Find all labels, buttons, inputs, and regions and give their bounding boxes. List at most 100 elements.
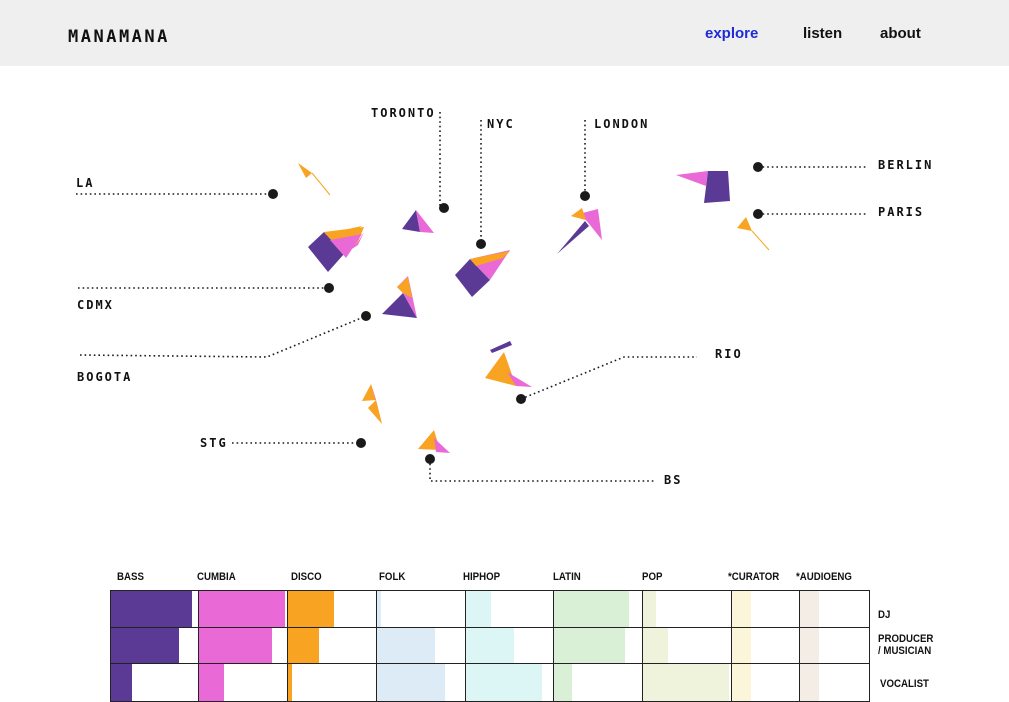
leader-line-rio xyxy=(520,356,697,400)
grid-cell[interactable] xyxy=(731,627,801,665)
city-label-bs[interactable]: BS xyxy=(664,473,682,487)
site-header: MANAMANA explore listen about xyxy=(0,0,1009,66)
grid-cell[interactable] xyxy=(198,590,289,629)
city-dots xyxy=(268,162,763,464)
glyph-berlin xyxy=(676,171,730,203)
grid-cell-fill xyxy=(643,664,729,701)
grid-cell-fill xyxy=(199,664,224,701)
glyph-london xyxy=(557,208,602,254)
city-dot-bogota xyxy=(361,311,371,321)
city-label-stg[interactable]: STG xyxy=(200,436,228,450)
glyph-la xyxy=(298,163,331,196)
grid-cell[interactable] xyxy=(287,590,378,629)
glyph-paris xyxy=(737,217,770,251)
city-label-nyc[interactable]: NYC xyxy=(487,117,515,131)
grid-cell-fill xyxy=(377,628,435,664)
column-label: DISCO xyxy=(291,571,322,583)
grid-cell[interactable] xyxy=(376,627,467,665)
grid-cell-fill xyxy=(732,628,751,664)
city-dot-rio xyxy=(516,394,526,404)
grid-cell-fill xyxy=(800,664,820,701)
leader-lines xyxy=(76,112,866,482)
grid-cell-fill xyxy=(800,628,820,664)
city-dot-stg xyxy=(356,438,366,448)
grid-cell-fill xyxy=(554,628,625,664)
grid-cell[interactable] xyxy=(376,663,467,702)
grid-cell-fill xyxy=(377,591,382,628)
column-label: BASS xyxy=(117,571,144,583)
grid-cell[interactable] xyxy=(376,590,467,629)
grid-cell[interactable] xyxy=(198,663,289,702)
grid-cell-fill xyxy=(199,591,285,628)
genre-role-grid: BASS CUMBIA DISCO FOLK HIPHOP LATIN POP *CURATO… xyxy=(0,566,1009,702)
glyph-bs xyxy=(418,430,450,453)
city-dot-berlin xyxy=(753,162,763,172)
grid-cell[interactable] xyxy=(553,627,644,665)
row-label: DJ xyxy=(878,609,891,621)
grid-cell[interactable] xyxy=(799,663,870,702)
grid-cell[interactable] xyxy=(287,663,378,702)
grid-cell-fill xyxy=(111,591,192,628)
grid-cell[interactable] xyxy=(799,627,870,665)
city-dot-nyc xyxy=(476,239,486,249)
column-label: CUMBIA xyxy=(197,571,236,583)
row-label: PRODUCER / MUSICIAN xyxy=(878,633,934,657)
grid-cell[interactable] xyxy=(465,663,555,702)
city-map-graphic xyxy=(76,112,866,482)
nav-listen[interactable]: listen xyxy=(803,25,842,42)
nav-explore[interactable]: explore xyxy=(705,25,758,42)
grid-cell-fill xyxy=(554,664,572,701)
glyph-stg xyxy=(362,384,382,424)
column-label: FOLK xyxy=(379,571,406,583)
grid-cell[interactable] xyxy=(731,590,801,629)
city-dot-cdmx xyxy=(324,283,334,293)
glyph-rio xyxy=(485,341,532,387)
grid-cell[interactable] xyxy=(642,663,733,702)
city-label-london[interactable]: LONDON xyxy=(594,117,649,131)
nav-about[interactable]: about xyxy=(880,25,921,42)
grid-cell[interactable] xyxy=(287,627,378,665)
grid-cell-fill xyxy=(643,628,668,664)
grid-cell[interactable] xyxy=(110,590,200,629)
city-label-bogota[interactable]: BOGOTA xyxy=(77,370,132,384)
grid-cell-fill xyxy=(732,591,751,628)
grid-cell[interactable] xyxy=(465,590,555,629)
grid-cell[interactable] xyxy=(731,663,801,702)
grid-cell-fill xyxy=(466,664,543,701)
grid-cell[interactable] xyxy=(110,663,200,702)
grid-cell[interactable] xyxy=(553,590,644,629)
city-map: TORONTO NYC LONDON LA BERLIN PARIS CDMX … xyxy=(0,66,1009,566)
city-label-paris[interactable]: PARIS xyxy=(878,205,924,219)
city-label-toronto[interactable]: TORONTO xyxy=(371,106,436,120)
grid-cell[interactable] xyxy=(642,590,733,629)
grid-cell-fill xyxy=(800,591,820,628)
grid-cell-fill xyxy=(377,664,446,701)
city-dot-london xyxy=(580,191,590,201)
grid-cell-fill xyxy=(466,628,515,664)
city-label-cdmx[interactable]: CDMX xyxy=(77,298,114,312)
glyph-toronto xyxy=(402,210,434,233)
grid-cell[interactable] xyxy=(642,627,733,665)
grid-cell[interactable] xyxy=(110,627,200,665)
row-label: VOCALIST xyxy=(880,678,929,690)
column-label: LATIN xyxy=(553,571,581,583)
glyph-cdmx xyxy=(308,226,364,272)
column-label: POP xyxy=(642,571,663,583)
grid-cell[interactable] xyxy=(465,627,555,665)
city-dot-toronto xyxy=(439,203,449,213)
grid-cell-fill xyxy=(554,591,630,628)
grid-cell-fill xyxy=(466,591,491,628)
grid-cell-fill xyxy=(288,664,293,701)
leader-line-bs xyxy=(429,459,655,482)
column-label: *CURATOR xyxy=(728,571,780,583)
grid-cell[interactable] xyxy=(799,590,870,629)
grid-cell-fill xyxy=(643,591,657,628)
grid-cell[interactable] xyxy=(198,627,289,665)
city-label-la[interactable]: LA xyxy=(76,176,94,190)
city-label-rio[interactable]: RIO xyxy=(715,347,743,361)
site-logo[interactable]: MANAMANA xyxy=(68,27,170,47)
city-dot-paris xyxy=(753,209,763,219)
city-label-berlin[interactable]: BERLIN xyxy=(878,158,933,172)
column-label: HIPHOP xyxy=(463,571,501,583)
grid-cell[interactable] xyxy=(553,663,644,702)
